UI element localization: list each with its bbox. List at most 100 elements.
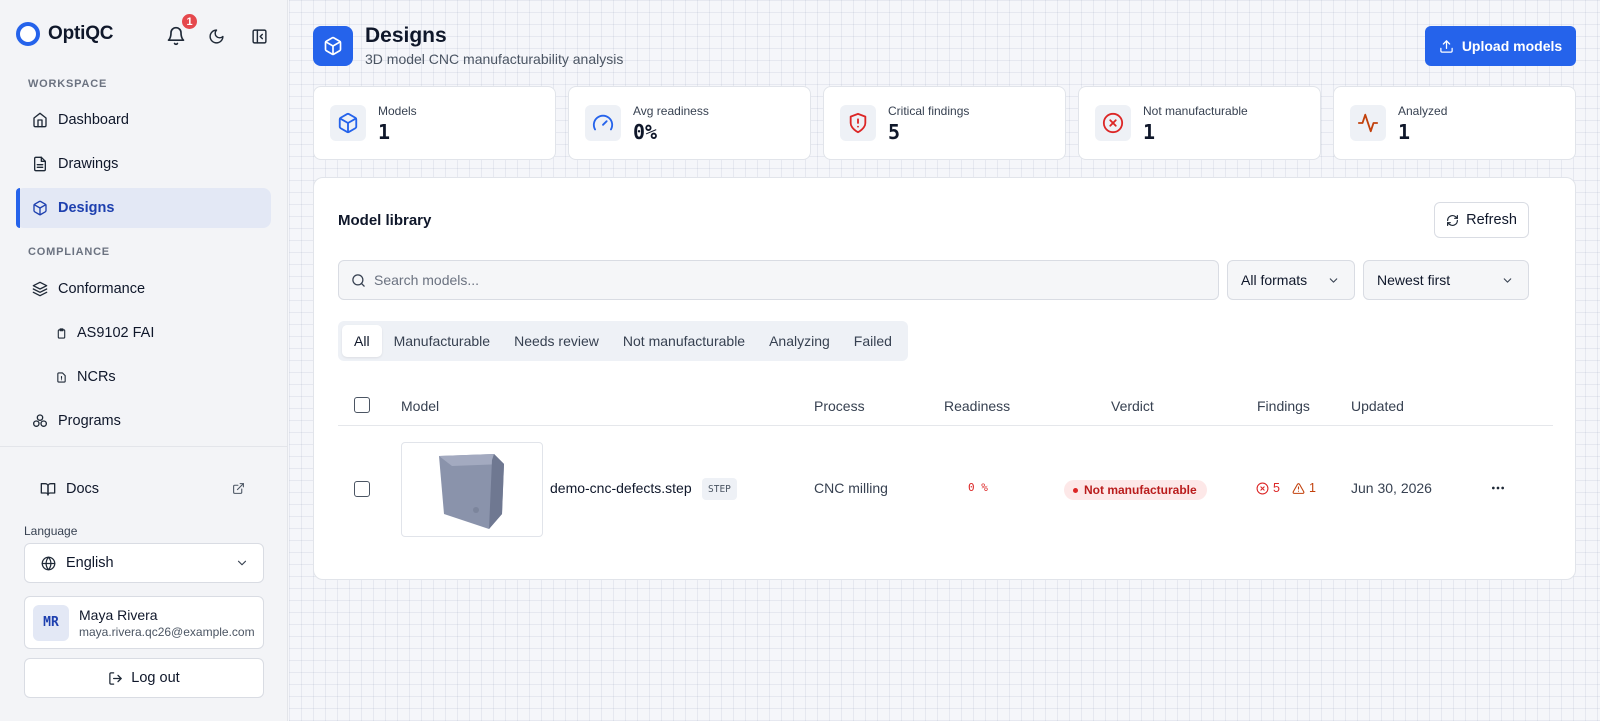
chevron-down-icon bbox=[237, 560, 247, 566]
sidebar-item-label: NCRs bbox=[77, 369, 116, 385]
upload-models-button[interactable]: Upload models bbox=[1425, 26, 1576, 66]
sidebar-item-conformance[interactable]: Conformance bbox=[16, 269, 271, 309]
layers-icon bbox=[32, 281, 48, 297]
table-header: Model Process Readiness Verdict Findings… bbox=[338, 386, 1553, 426]
stat-label: Models bbox=[378, 104, 417, 118]
tab-failed[interactable]: Failed bbox=[842, 325, 904, 357]
globe-icon bbox=[41, 556, 56, 570]
docs-link[interactable]: Docs bbox=[40, 481, 99, 497]
sidebar: OptiQC 1 WORKSPACE Dashboard Drawings De… bbox=[0, 0, 288, 721]
stat-icon bbox=[1095, 105, 1131, 141]
stat-card-analyzed: Analyzed 1 bbox=[1333, 86, 1576, 160]
sort-select[interactable]: Newest first bbox=[1363, 260, 1529, 300]
brand[interactable]: OptiQC bbox=[16, 22, 113, 46]
sidebar-item-drawings[interactable]: Drawings bbox=[16, 144, 271, 184]
tab-manufacturable[interactable]: Manufacturable bbox=[382, 325, 503, 357]
search-icon bbox=[352, 273, 365, 287]
theme-toggle-button[interactable] bbox=[204, 24, 228, 48]
row-checkbox[interactable] bbox=[354, 481, 370, 497]
tab-needs-review[interactable]: Needs review bbox=[502, 325, 611, 357]
cube-icon bbox=[338, 112, 358, 134]
external-link-icon[interactable] bbox=[232, 482, 245, 498]
format-tag: STEP bbox=[702, 478, 737, 500]
chevron-down-icon bbox=[1329, 277, 1338, 283]
row-actions-button[interactable] bbox=[1486, 476, 1510, 500]
column-header-model[interactable]: Model bbox=[401, 398, 439, 414]
stat-icon bbox=[330, 105, 366, 141]
tab-all[interactable]: All bbox=[342, 325, 382, 357]
collapse-sidebar-button[interactable] bbox=[247, 24, 271, 48]
gauge-icon bbox=[592, 114, 614, 131]
model-filename[interactable]: demo-cnc-defects.step bbox=[550, 480, 692, 496]
sidebar-item-programs[interactable]: Programs bbox=[16, 401, 271, 441]
language-select[interactable]: English bbox=[24, 543, 264, 583]
clipboard-icon bbox=[57, 327, 66, 339]
column-header-process[interactable]: Process bbox=[814, 398, 865, 414]
logout-button[interactable]: Log out bbox=[24, 658, 264, 698]
panel-left-icon bbox=[251, 28, 267, 44]
sidebar-item-label: Dashboard bbox=[58, 112, 129, 128]
verdict-label: Not manufacturable bbox=[1084, 483, 1197, 497]
book-icon bbox=[40, 483, 56, 496]
brand-logo-icon bbox=[16, 22, 40, 46]
model-thumbnail[interactable] bbox=[401, 442, 543, 537]
tab-not-manufacturable[interactable]: Not manufacturable bbox=[611, 325, 757, 357]
sidebar-item-dashboard[interactable]: Dashboard bbox=[16, 100, 271, 140]
avatar: MR bbox=[33, 604, 69, 641]
log-out-icon bbox=[109, 671, 123, 685]
refresh-button[interactable]: Refresh bbox=[1434, 202, 1529, 238]
sidebar-item-label: Programs bbox=[58, 413, 121, 429]
table-row[interactable]: demo-cnc-defects.step STEP CNC milling 0… bbox=[338, 426, 1553, 552]
refresh-icon bbox=[1447, 214, 1459, 226]
chevron-down-icon bbox=[1503, 277, 1512, 283]
sidebar-item-label: Designs bbox=[58, 200, 115, 216]
more-horizontal-icon bbox=[1492, 486, 1504, 490]
column-header-updated[interactable]: Updated bbox=[1351, 398, 1404, 414]
sidebar-item-ncrs[interactable]: NCRs bbox=[16, 357, 271, 397]
sidebar-divider bbox=[0, 446, 288, 447]
docs-label: Docs bbox=[66, 481, 100, 497]
sidebar-item-as9102[interactable]: AS9102 FAI bbox=[16, 313, 271, 353]
format-filter-value: All formats bbox=[1241, 272, 1308, 288]
stat-label: Avg readiness bbox=[633, 104, 709, 118]
column-header-readiness[interactable]: Readiness bbox=[944, 398, 1010, 414]
stat-card-not-manufacturable: Not manufacturable 1 bbox=[1078, 86, 1321, 160]
section-label-workspace: WORKSPACE bbox=[28, 78, 108, 90]
tab-analyzing[interactable]: Analyzing bbox=[757, 325, 842, 357]
warning-triangle-icon bbox=[1292, 482, 1305, 494]
stat-value: 0% bbox=[633, 120, 658, 144]
stat-value: 1 bbox=[378, 120, 391, 144]
process-value: CNC milling bbox=[814, 480, 888, 496]
cube-icon bbox=[33, 200, 47, 216]
stat-value: 5 bbox=[888, 120, 901, 144]
column-header-verdict[interactable]: Verdict bbox=[1111, 398, 1154, 414]
stat-label: Analyzed bbox=[1398, 104, 1448, 118]
upload-label: Upload models bbox=[1461, 38, 1563, 54]
sidebar-item-designs[interactable]: Designs bbox=[16, 188, 271, 228]
cube-render-icon bbox=[439, 453, 504, 529]
panel-title: Model library bbox=[338, 212, 432, 229]
format-filter-select[interactable]: All formats bbox=[1227, 260, 1355, 300]
file-alert-icon bbox=[57, 371, 66, 383]
column-header-findings[interactable]: Findings bbox=[1257, 398, 1310, 414]
select-all-checkbox[interactable] bbox=[354, 397, 370, 413]
main-content: Designs 3D model CNC manufacturability a… bbox=[289, 0, 1600, 721]
upload-icon bbox=[1440, 39, 1453, 53]
stat-value: 1 bbox=[1143, 120, 1156, 144]
user-name: Maya Rivera bbox=[79, 606, 158, 623]
sidebar-item-label: AS9102 FAI bbox=[77, 325, 155, 341]
cube-icon bbox=[324, 36, 342, 56]
sidebar-item-label: Drawings bbox=[58, 156, 119, 172]
stat-card-avg-readiness: Avg readiness 0% bbox=[568, 86, 811, 160]
refresh-label: Refresh bbox=[1466, 212, 1517, 228]
shield-alert-icon bbox=[849, 112, 867, 134]
stat-value: 1 bbox=[1398, 120, 1411, 144]
verdict-badge: Not manufacturable bbox=[1064, 480, 1207, 500]
user-card[interactable]: MR Maya Rivera maya.rivera.qc26@example.… bbox=[24, 596, 264, 649]
moon-icon bbox=[208, 28, 224, 44]
stat-card-critical-findings: Critical findings 5 bbox=[823, 86, 1066, 160]
activity-icon bbox=[1357, 113, 1379, 133]
x-circle-icon bbox=[1256, 482, 1269, 494]
search-input[interactable] bbox=[374, 261, 1218, 299]
boxes-icon bbox=[33, 414, 47, 427]
